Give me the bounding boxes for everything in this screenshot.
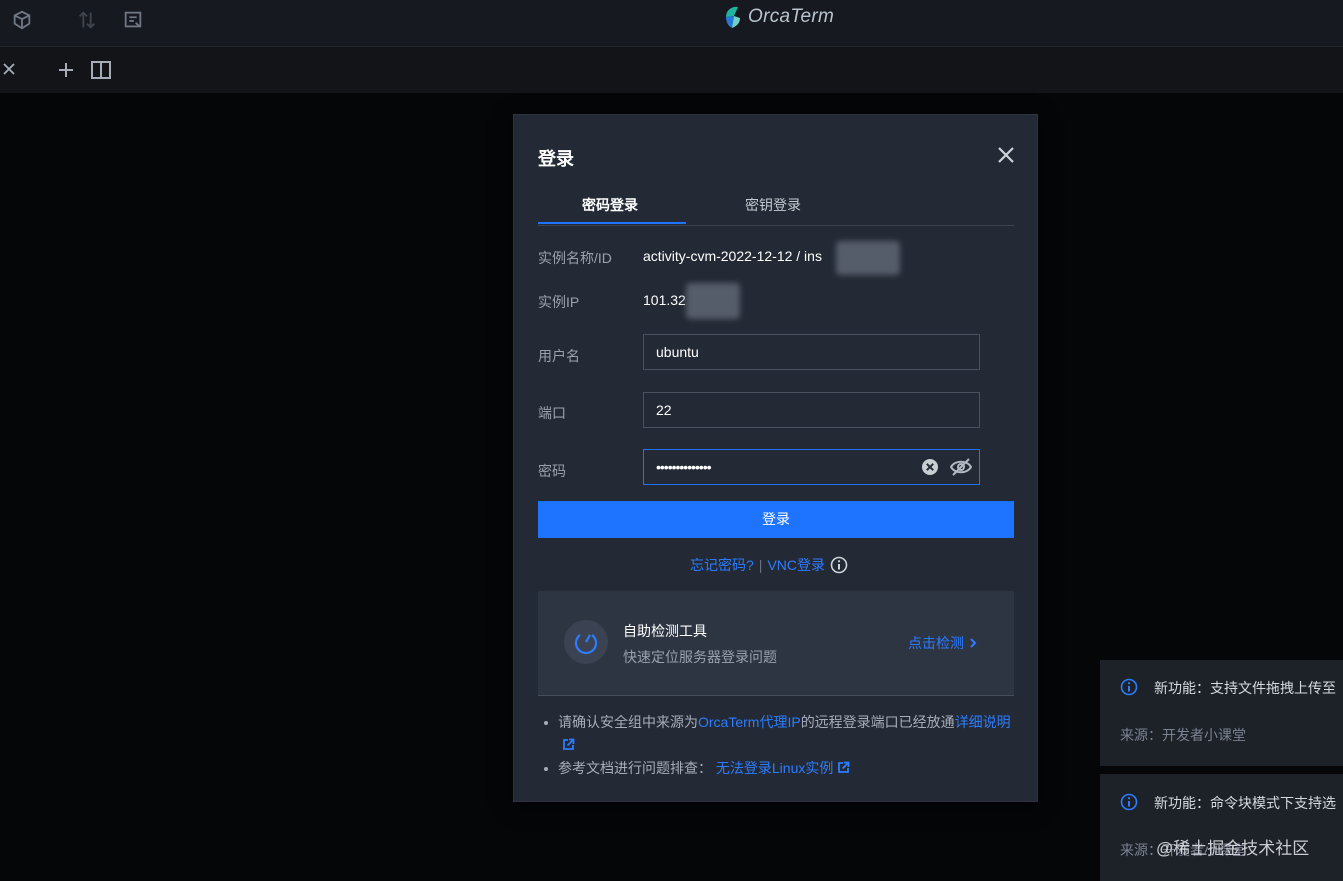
instance-ip-value: 101.32	[643, 292, 686, 308]
transfer-icon[interactable]	[76, 9, 98, 31]
close-icon[interactable]	[2, 62, 16, 76]
title-bar: OrcaTerm	[0, 0, 1343, 47]
toast-source: 来源：开发者小课堂	[1120, 727, 1246, 743]
vnc-login-link[interactable]: VNC登录	[767, 555, 825, 575]
username-input[interactable]	[644, 335, 928, 369]
forgot-password-link[interactable]: 忘记密码?	[690, 555, 754, 575]
notification-toast[interactable]: 新功能：支持文件拖拽上传至 来源：开发者小课堂	[1100, 660, 1343, 766]
help-links: 忘记密码? | VNC登录	[690, 555, 848, 575]
password-input[interactable]: ••••••••••••••	[656, 459, 712, 475]
tab-key-login[interactable]: 密钥登录	[745, 195, 801, 215]
info-icon[interactable]	[830, 556, 848, 574]
self-check-tool-card: 自助检测工具 快速定位服务器登录问题 点击检测	[538, 591, 1014, 696]
gauge-icon	[564, 620, 608, 664]
clear-input-icon[interactable]	[921, 458, 939, 476]
brand-name: OrcaTerm	[748, 6, 835, 27]
tab-bar	[0, 47, 1343, 93]
notification-toast[interactable]: 新功能：命令块模式下支持选 来源：开发者小课堂	[1100, 774, 1343, 881]
password-label: 密码	[538, 463, 566, 479]
add-tab-icon[interactable]	[58, 62, 74, 78]
note-text: 的远程登录端口已经放通	[800, 714, 955, 730]
redacted-blur	[836, 241, 900, 275]
linux-login-doc-link[interactable]: 无法登录Linux实例	[716, 760, 833, 776]
external-link-icon[interactable]	[837, 761, 850, 774]
password-field[interactable]: ••••••••••••••	[643, 449, 980, 485]
external-link-icon[interactable]	[562, 738, 575, 751]
proxy-ip-link[interactable]: OrcaTerm代理IP	[698, 714, 801, 730]
port-field[interactable]	[643, 392, 980, 428]
chevron-right-icon	[970, 638, 977, 648]
dialog-title: 登录	[538, 149, 574, 169]
instance-ip-label: 实例IP	[538, 294, 580, 310]
tool-title: 自助检测工具	[623, 623, 707, 639]
info-icon	[1120, 678, 1138, 696]
login-button[interactable]: 登录	[538, 501, 1014, 538]
toast-title: 新功能：命令块模式下支持选	[1154, 795, 1336, 811]
tab-password-login[interactable]: 密码登录	[582, 195, 638, 215]
username-label: 用户名	[538, 348, 580, 364]
hide-password-icon[interactable]	[950, 457, 972, 477]
note-text: 参考文档进行问题排查：	[558, 760, 712, 776]
note-text: 请确认安全组中来源为	[558, 714, 698, 730]
instance-name-value: activity-cvm-2022-12-12 / ins	[643, 248, 822, 264]
close-icon[interactable]	[996, 145, 1016, 165]
terminal-list-icon[interactable]	[122, 9, 144, 31]
login-dialog: 登录 密码登录 密钥登录 实例名称/ID activity-cvm-2022-1…	[513, 114, 1038, 802]
login-tabs: 密码登录 密钥登录	[538, 189, 1014, 226]
run-check-link[interactable]: 点击检测	[908, 633, 978, 653]
watermark: @稀土掘金技术社区	[1156, 839, 1310, 858]
port-label: 端口	[538, 405, 566, 421]
info-icon	[1120, 793, 1138, 811]
active-tab-indicator	[538, 222, 686, 224]
redacted-blur	[686, 283, 740, 319]
link-separator: |	[758, 557, 763, 573]
port-input[interactable]	[644, 393, 928, 427]
note-item: 请确认安全组中来源为OrcaTerm代理IP的远程登录端口已经放通详细说明	[538, 711, 1018, 757]
help-notes: 请确认安全组中来源为OrcaTerm代理IP的远程登录端口已经放通详细说明 参考…	[538, 711, 1018, 780]
instance-name-label: 实例名称/ID	[538, 250, 612, 266]
toast-title: 新功能：支持文件拖拽上传至	[1154, 680, 1336, 696]
note-item: 参考文档进行问题排查： 无法登录Linux实例	[538, 757, 1018, 780]
username-field[interactable]	[643, 334, 980, 370]
cube-icon[interactable]	[11, 9, 33, 31]
split-view-icon[interactable]	[91, 61, 111, 79]
orca-logo-icon	[726, 6, 740, 28]
run-check-label[interactable]: 点击检测	[908, 633, 964, 653]
details-link[interactable]: 详细说明	[955, 714, 1011, 730]
tool-subtitle: 快速定位服务器登录问题	[623, 649, 777, 665]
brand-logo: OrcaTerm	[722, 4, 834, 30]
